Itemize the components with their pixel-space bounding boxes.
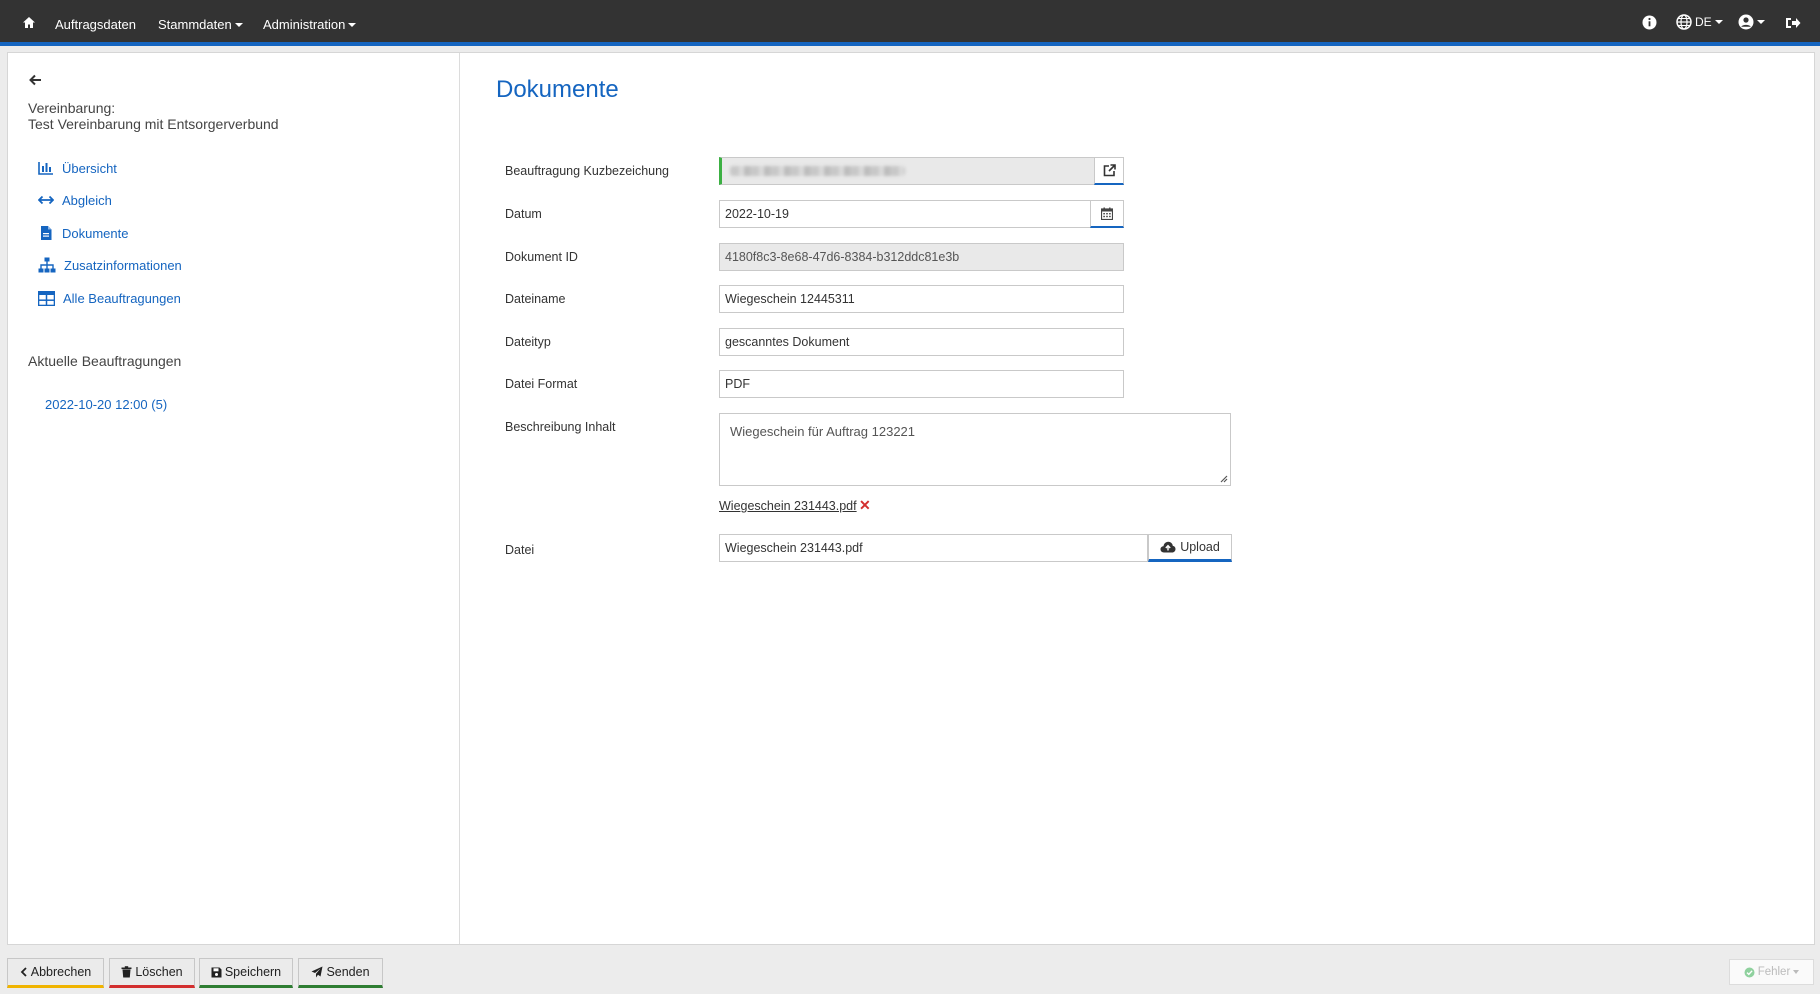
- save-button[interactable]: Speichern: [199, 958, 293, 988]
- datei-field[interactable]: Wiegeschein 231443.pdf: [719, 534, 1148, 562]
- open-external-button[interactable]: [1094, 157, 1124, 185]
- bar-chart-icon: [38, 162, 53, 175]
- nav-stammdaten-dropdown[interactable]: Stammdaten: [158, 0, 243, 42]
- sidebar-item-label: Übersicht: [62, 160, 117, 176]
- cloud-upload-icon: [1160, 541, 1176, 553]
- dokument-id-label: Dokument ID: [505, 250, 578, 264]
- send-label: Senden: [326, 965, 370, 979]
- document-form: Dokumente Beauftragung Kuzbezeichung Dat…: [461, 53, 1814, 944]
- trash-icon: [121, 966, 132, 978]
- paper-plane-icon: [311, 966, 323, 978]
- beschreibung-label: Beschreibung Inhalt: [505, 420, 616, 434]
- file-icon: [41, 226, 52, 240]
- nav-administration-dropdown[interactable]: Administration: [263, 0, 357, 42]
- chevron-down-icon: [1757, 20, 1765, 24]
- attached-file-link[interactable]: Wiegeschein 231443.pdf: [719, 499, 857, 513]
- beauftragung-field[interactable]: [719, 157, 1095, 185]
- datei-format-field[interactable]: PDF: [719, 370, 1124, 398]
- sidebar-item-alle-beauftragungen[interactable]: Alle Beauftragungen: [38, 288, 181, 308]
- sitemap-icon: [38, 257, 56, 273]
- language-label: DE: [1695, 15, 1712, 29]
- upload-label: Upload: [1180, 540, 1220, 554]
- dateityp-label: Dateityp: [505, 335, 551, 349]
- chevron-down-icon: [348, 23, 357, 27]
- status-label: Fehler: [1757, 966, 1791, 978]
- remove-file-icon[interactable]: ✕: [859, 497, 871, 514]
- dateityp-field[interactable]: gescanntes Dokument: [719, 328, 1124, 356]
- send-button[interactable]: Senden: [298, 958, 383, 988]
- cancel-button[interactable]: Abbrechen: [7, 958, 104, 988]
- check-circle-icon: [1744, 967, 1755, 977]
- beschreibung-text: Wiegeschein für Auftrag 123221: [730, 424, 916, 439]
- floppy-disk-icon: [211, 967, 222, 977]
- calendar-icon: [1101, 207, 1113, 220]
- user-icon: [1738, 14, 1754, 30]
- beschreibung-textarea[interactable]: Wiegeschein für Auftrag 123221: [719, 413, 1231, 486]
- chevron-down-icon: [1714, 20, 1723, 24]
- sidebar-item-dokumente[interactable]: Dokumente: [38, 223, 128, 243]
- beauftragung-label: Beauftragung Kuzbezeichung: [505, 164, 670, 178]
- sidebar: Vereinbarung: Test Vereinbarung mit Ents…: [8, 53, 460, 944]
- sidebar-item-uebersicht[interactable]: Übersicht: [38, 158, 117, 178]
- sidebar-item-label: Zusatzinformationen: [64, 257, 182, 273]
- datum-label: Datum: [505, 207, 542, 221]
- chevron-down-icon: [234, 23, 243, 27]
- error-status-dropdown[interactable]: Fehler: [1729, 959, 1814, 985]
- cancel-label: Abbrechen: [30, 965, 92, 979]
- info-icon[interactable]: [1642, 15, 1657, 33]
- language-dropdown[interactable]: DE: [1676, 14, 1723, 30]
- chevron-down-icon: [1793, 970, 1800, 974]
- resize-grip-icon[interactable]: [1218, 473, 1228, 483]
- user-menu[interactable]: [1738, 14, 1765, 30]
- sidebar-item-abgleich[interactable]: Abgleich: [38, 190, 112, 210]
- calendar-button[interactable]: [1090, 200, 1124, 228]
- external-link-icon: [1103, 164, 1116, 177]
- sidebar-item-label: Alle Beauftragungen: [63, 290, 181, 306]
- sidebar-item-label: Dokumente: [62, 225, 129, 241]
- nav-administration-label: Administration: [263, 17, 346, 32]
- action-bar: Abbrechen Löschen Speichern Senden Fehle…: [0, 951, 1820, 994]
- home-icon[interactable]: [22, 16, 36, 32]
- save-label: Speichern: [224, 965, 282, 979]
- datum-field[interactable]: 2022-10-19: [719, 200, 1091, 228]
- page-title: Dokumente: [496, 76, 619, 103]
- current-assignment-link[interactable]: 2022-10-20 12:00 (5): [45, 397, 167, 412]
- nav-stammdaten-label: Stammdaten: [158, 17, 232, 32]
- back-arrow-icon[interactable]: [28, 73, 42, 90]
- top-navbar: Auftragsdaten Stammdaten Administration …: [0, 0, 1820, 46]
- chevron-left-icon: [20, 967, 27, 977]
- table-icon: [38, 290, 55, 306]
- main-panel: Vereinbarung: Test Vereinbarung mit Ents…: [7, 52, 1815, 945]
- dokument-id-field: 4180f8c3-8e68-47d6-8384-b312ddc81e3b: [719, 243, 1124, 271]
- arrows-horizontal-icon: [38, 195, 54, 205]
- upload-button[interactable]: Upload: [1148, 534, 1232, 562]
- delete-label: Löschen: [135, 965, 183, 979]
- agreement-name: Test Vereinbarung mit Entsorgerverbund: [28, 116, 279, 132]
- datei-format-label: Datei Format: [505, 377, 578, 391]
- agreement-label: Vereinbarung:: [28, 100, 116, 116]
- logout-icon[interactable]: [1785, 16, 1801, 33]
- nav-auftragsdaten[interactable]: Auftragsdaten: [55, 0, 136, 42]
- sidebar-item-zusatzinformationen[interactable]: Zusatzinformationen: [38, 255, 182, 275]
- redacted-text: [730, 166, 905, 176]
- current-assignments-title: Aktuelle Beauftragungen: [28, 353, 182, 369]
- sidebar-item-label: Abgleich: [62, 192, 112, 208]
- dateiname-field[interactable]: Wiegeschein 12445311: [719, 285, 1124, 313]
- dateiname-label: Dateiname: [505, 292, 566, 306]
- datei-label: Datei: [505, 543, 535, 557]
- delete-button[interactable]: Löschen: [109, 958, 195, 988]
- globe-icon: [1676, 14, 1692, 30]
